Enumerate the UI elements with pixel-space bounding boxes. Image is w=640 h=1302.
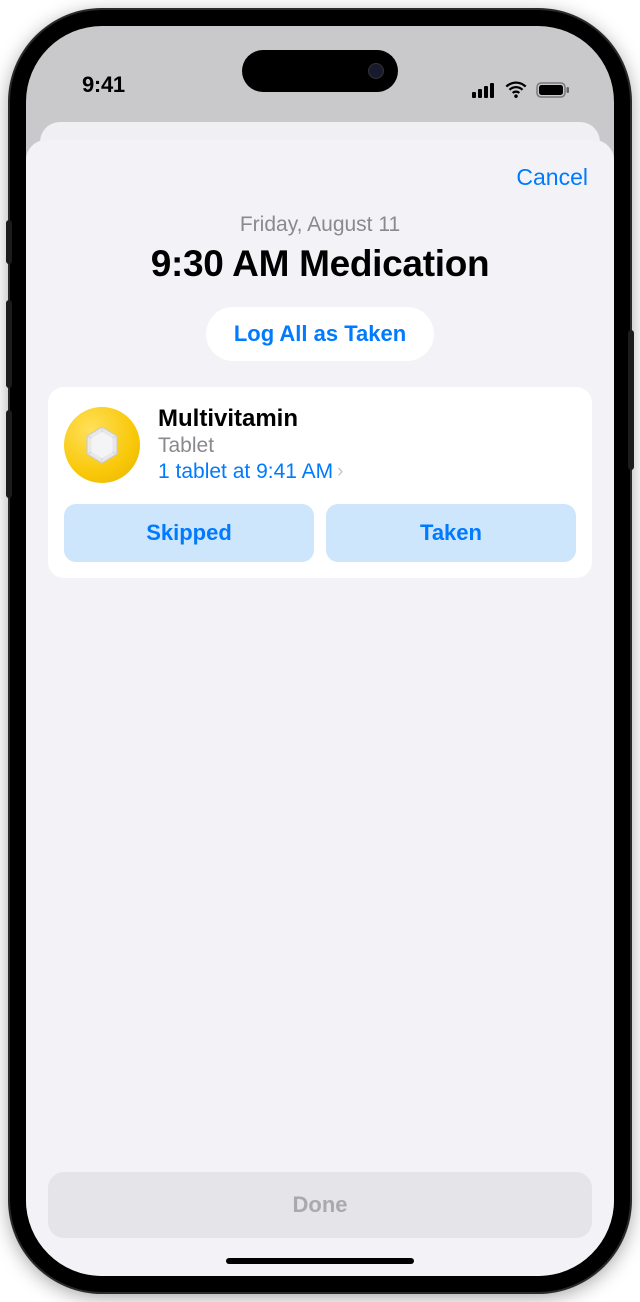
chevron-right-icon: › [337,461,343,483]
medication-action-buttons: Skipped Taken [64,504,576,562]
sheet-header: Cancel [26,140,614,191]
medication-log-sheet: Cancel Friday, August 11 9:30 AM Medicat… [26,140,614,1276]
device-volume-up [6,300,12,388]
date-label: Friday, August 11 [56,213,584,237]
device-silence-switch [6,220,12,264]
medication-row: Multivitamin Tablet 1 tablet at 9:41 AM … [64,405,576,484]
home-indicator[interactable] [226,1258,414,1264]
medication-icon [64,407,140,483]
screen: 9:41 Cancel Friday, August 11 9:30 AM Me… [26,26,614,1276]
dynamic-island [242,50,398,92]
medication-dose-button[interactable]: 1 tablet at 9:41 AM › [158,460,343,484]
cancel-button[interactable]: Cancel [516,164,588,191]
cellular-icon [472,82,496,98]
front-camera-icon [368,63,384,79]
medication-form: Tablet [158,434,576,458]
device-side-button [628,330,634,470]
status-time: 9:41 [82,72,125,98]
medication-info: Multivitamin Tablet 1 tablet at 9:41 AM … [158,405,576,484]
tablet-hexagon-icon [81,424,123,466]
phone-device-frame: 9:41 Cancel Friday, August 11 9:30 AM Me… [10,10,630,1292]
log-all-as-taken-button[interactable]: Log All as Taken [206,307,434,361]
skipped-button[interactable]: Skipped [64,504,314,562]
medication-name: Multivitamin [158,405,576,433]
medication-dose-label: 1 tablet at 9:41 AM [158,460,333,484]
done-button[interactable]: Done [48,1172,592,1238]
device-volume-down [6,410,12,498]
medication-card: Multivitamin Tablet 1 tablet at 9:41 AM … [48,387,592,578]
battery-icon [536,82,570,98]
status-icons [472,81,570,98]
page-title: 9:30 AM Medication [56,243,584,285]
wifi-icon [504,81,528,98]
title-area: Friday, August 11 9:30 AM Medication [26,191,614,285]
taken-button[interactable]: Taken [326,504,576,562]
